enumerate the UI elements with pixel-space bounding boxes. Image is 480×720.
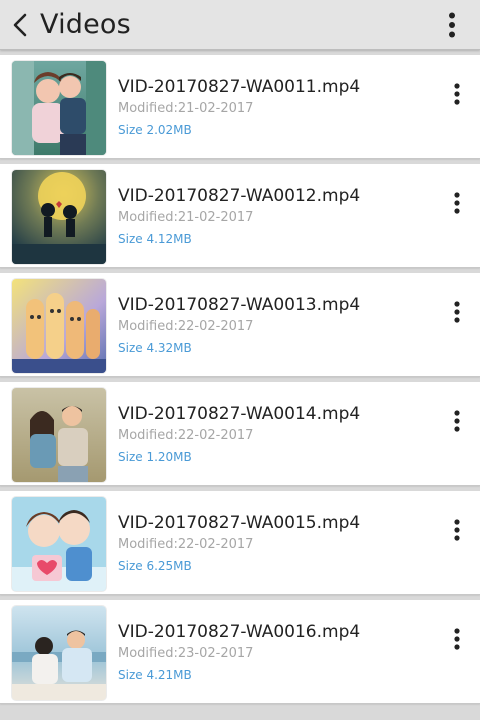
video-thumbnail <box>12 606 106 700</box>
more-vert-icon <box>449 12 455 38</box>
item-menu-button[interactable] <box>442 186 472 220</box>
item-menu-button[interactable] <box>442 513 472 547</box>
video-size: Size 2.02MB <box>118 123 192 137</box>
item-menu-button[interactable] <box>442 404 472 438</box>
more-vert-icon <box>454 301 460 323</box>
video-size: Size 4.21MB <box>118 668 192 682</box>
video-list-item[interactable]: VID-20170827-WA0011.mp4 Modified:21-02-2… <box>0 55 480 159</box>
video-list-item[interactable]: VID-20170827-WA0013.mp4 Modified:22-02-2… <box>0 273 480 377</box>
video-thumbnail <box>12 388 106 482</box>
item-menu-button[interactable] <box>442 77 472 111</box>
video-modified-date: Modified:23-02-2017 <box>118 646 254 661</box>
video-thumbnail <box>12 497 106 591</box>
video-list-item[interactable]: VID-20170827-WA0014.mp4 Modified:22-02-2… <box>0 382 480 486</box>
video-size: Size 4.12MB <box>118 232 192 246</box>
video-modified-date: Modified:22-02-2017 <box>118 537 254 552</box>
video-size: Size 6.25MB <box>118 559 192 573</box>
video-filename: VID-20170827-WA0012.mp4 <box>118 186 361 206</box>
video-filename: VID-20170827-WA0014.mp4 <box>118 404 361 424</box>
video-filename: VID-20170827-WA0013.mp4 <box>118 295 361 315</box>
video-list-item[interactable]: VID-20170827-WA0012.mp4 Modified:21-02-2… <box>0 164 480 268</box>
video-modified-date: Modified:21-02-2017 <box>118 101 254 116</box>
top-app-bar: Videos <box>0 0 480 50</box>
app-screen: Videos VID-20170827-WA0011.mp4 Modified:… <box>0 0 480 720</box>
video-thumbnail <box>12 170 106 264</box>
back-button[interactable] <box>0 0 40 50</box>
video-size: Size 1.20MB <box>118 450 192 464</box>
video-modified-date: Modified:21-02-2017 <box>118 210 254 225</box>
overflow-menu-button[interactable] <box>432 0 472 50</box>
video-modified-date: Modified:22-02-2017 <box>118 428 254 443</box>
video-list-item[interactable]: VID-20170827-WA0015.mp4 Modified:22-02-2… <box>0 491 480 595</box>
item-menu-button[interactable] <box>442 622 472 656</box>
video-list-item[interactable]: VID-20170827-WA0016.mp4 Modified:23-02-2… <box>0 600 480 704</box>
video-filename: VID-20170827-WA0011.mp4 <box>118 77 361 97</box>
video-thumbnail <box>12 279 106 373</box>
video-thumbnail <box>12 61 106 155</box>
page-title: Videos <box>40 9 131 40</box>
video-list: VID-20170827-WA0011.mp4 Modified:21-02-2… <box>0 55 480 709</box>
video-filename: VID-20170827-WA0015.mp4 <box>118 513 361 533</box>
video-filename: VID-20170827-WA0016.mp4 <box>118 622 361 642</box>
chevron-left-icon <box>13 13 27 36</box>
more-vert-icon <box>454 519 460 541</box>
more-vert-icon <box>454 83 460 105</box>
video-size: Size 4.32MB <box>118 341 192 355</box>
item-menu-button[interactable] <box>442 295 472 329</box>
more-vert-icon <box>454 192 460 214</box>
video-modified-date: Modified:22-02-2017 <box>118 319 254 334</box>
more-vert-icon <box>454 410 460 432</box>
more-vert-icon <box>454 628 460 650</box>
